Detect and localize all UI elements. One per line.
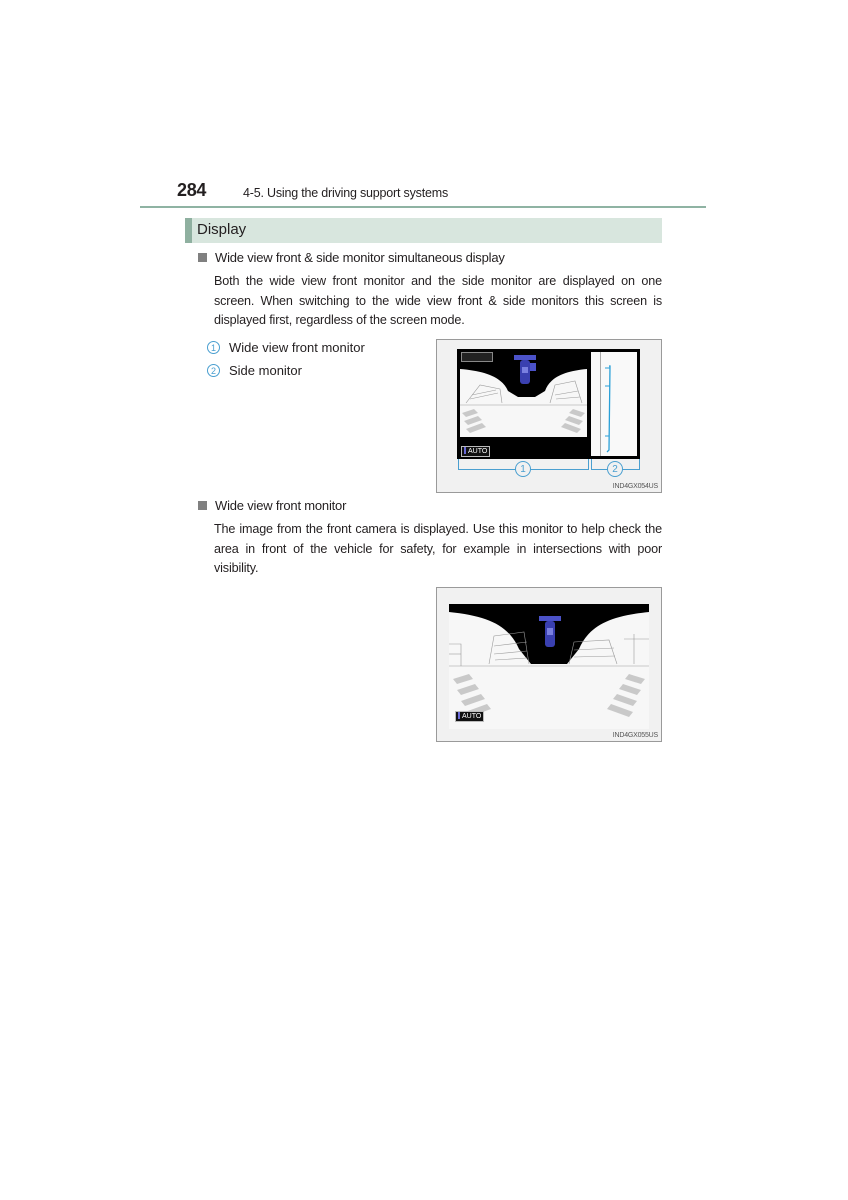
vehicle-top-view-icon: [514, 355, 536, 384]
vehicle-top-view-icon: [539, 616, 561, 647]
circled-number-icon: 2: [207, 364, 220, 377]
subheading-text: Wide view front & side monitor simultane…: [215, 250, 505, 265]
section-title: Display: [197, 221, 247, 238]
subheading-front-monitor: Wide view front monitor: [198, 498, 346, 513]
figure-front-monitor: AUTO IND4GX055US: [436, 587, 662, 742]
legend-item: 2 Side monitor: [207, 359, 365, 382]
legend-label: Wide view front monitor: [229, 340, 365, 355]
figure-simultaneous-display: AUTO 1 2 IND4GX054US: [436, 339, 662, 493]
legend-item: 1 Wide view front monitor: [207, 336, 365, 359]
camera-mode-icon: [461, 352, 493, 362]
paragraph-front-monitor: The image from the front camera is displ…: [214, 522, 662, 575]
callout-number-1: 1: [515, 461, 531, 477]
subheading-simultaneous-display: Wide view front & side monitor simultane…: [198, 250, 505, 265]
paragraph-simultaneous-display: Both the wide view front monitor and the…: [214, 274, 662, 327]
side-guide-lines: [605, 365, 611, 453]
legend-label: Side monitor: [229, 363, 302, 378]
figure-code: IND4GX054US: [612, 483, 658, 490]
auto-mode-badge: AUTO: [455, 711, 485, 722]
callout-number-2: 2: [607, 461, 623, 477]
section-accent: [185, 218, 192, 243]
square-bullet-icon: [198, 501, 207, 510]
auto-mode-badge: AUTO: [461, 446, 491, 457]
display-screen: AUTO: [457, 349, 640, 459]
figure-code: IND4GX055US: [612, 732, 658, 739]
page-header: 284 4-5. Using the driving support syste…: [0, 0, 848, 210]
figure-legend: 1 Wide view front monitor 2 Side monitor: [207, 336, 365, 382]
section-path: 4-5. Using the driving support systems: [243, 186, 448, 200]
page-number: 284: [177, 180, 207, 200]
square-bullet-icon: [198, 253, 207, 262]
section-heading-bar: Display: [185, 218, 662, 243]
side-monitor-image: [591, 352, 637, 456]
header-divider: [140, 206, 706, 208]
subheading-text: Wide view front monitor: [215, 498, 347, 513]
circled-number-icon: 1: [207, 341, 220, 354]
